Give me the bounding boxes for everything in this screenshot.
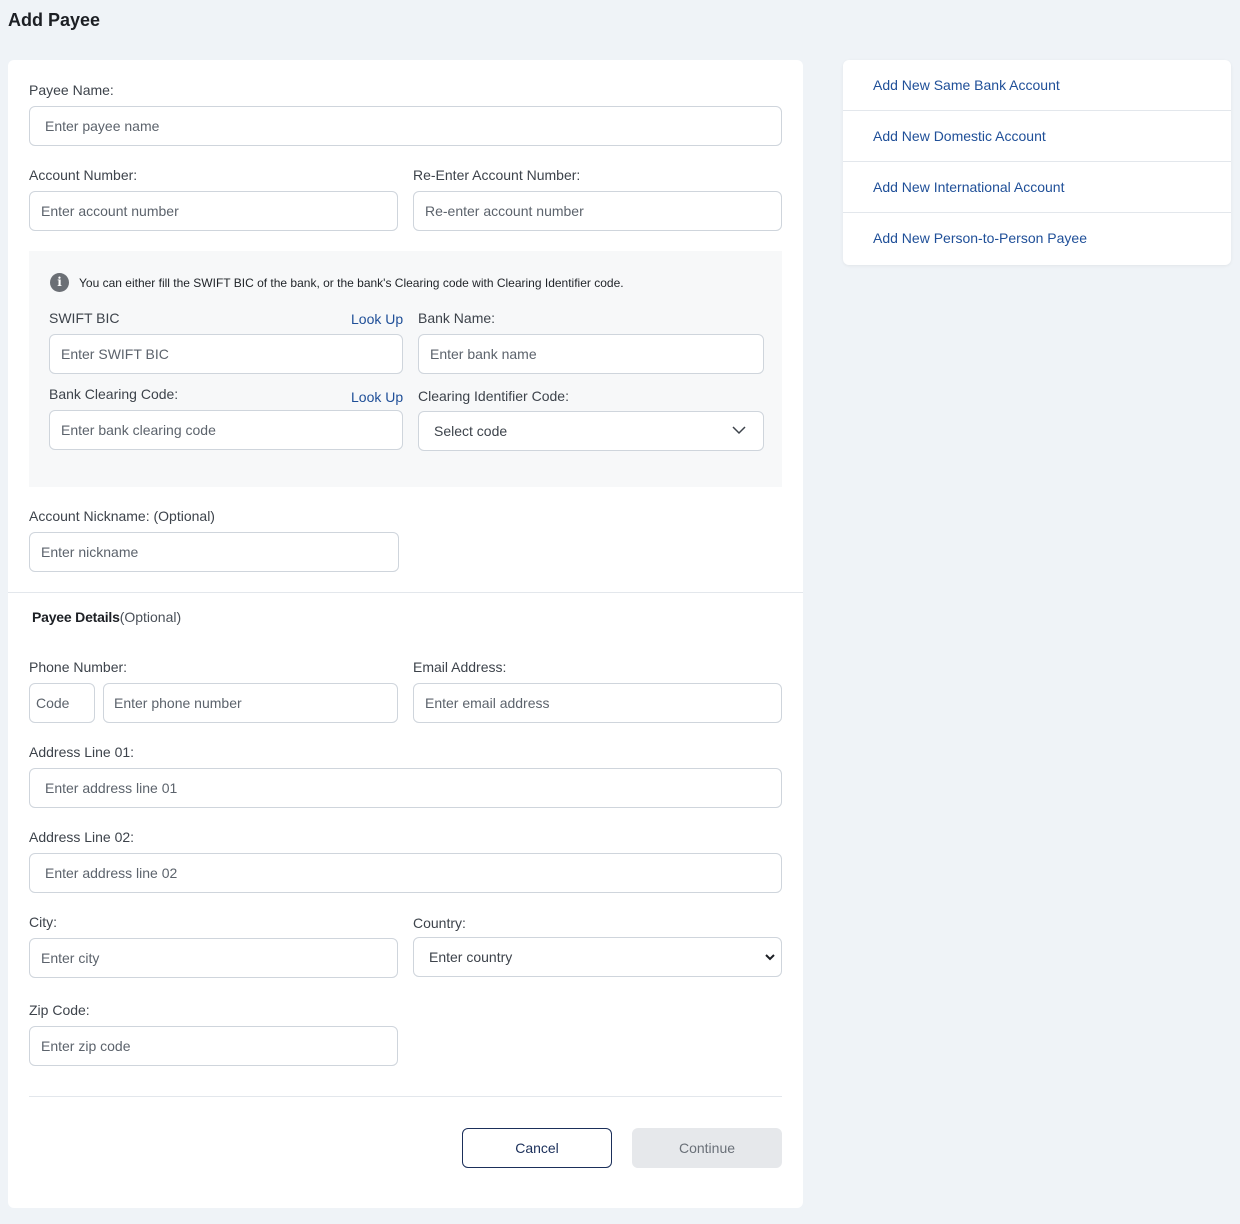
- info-icon: i: [50, 273, 69, 292]
- clearing-identifier-label: Clearing Identifier Code:: [418, 388, 569, 404]
- country-label: Country:: [413, 915, 466, 931]
- reenter-account-number-input[interactable]: [413, 191, 782, 231]
- account-number-input[interactable]: [29, 191, 398, 231]
- country-select[interactable]: Enter country: [413, 937, 782, 977]
- clearing-identifier-value: Select code: [434, 423, 508, 439]
- address-line-01-input[interactable]: [29, 768, 782, 808]
- nickname-label: Account Nickname: (Optional): [29, 508, 215, 524]
- chevron-down-icon: [732, 426, 746, 435]
- bank-info-panel: i You can either fill the SWIFT BIC of t…: [29, 251, 782, 487]
- zip-code-label: Zip Code:: [29, 1002, 90, 1018]
- payee-details-heading: Payee Details(Optional): [32, 609, 181, 625]
- zip-code-input[interactable]: [29, 1026, 398, 1066]
- cancel-button[interactable]: Cancel: [462, 1128, 612, 1168]
- country-value: Enter country: [429, 949, 513, 965]
- payee-name-input[interactable]: [29, 106, 782, 146]
- payee-details-optional: (Optional): [119, 609, 182, 625]
- address-line-01-label: Address Line 01:: [29, 744, 135, 760]
- email-address-input[interactable]: [413, 683, 782, 723]
- sidebar-item-same-bank-account[interactable]: Add New Same Bank Account: [843, 60, 1231, 111]
- email-address-label: Email Address:: [413, 659, 507, 675]
- reenter-account-number-label: Re-Enter Account Number:: [413, 167, 581, 183]
- page-title: Add Payee: [8, 10, 101, 30]
- swift-bic-label: SWIFT BIC: [49, 310, 120, 326]
- sidebar-item-domestic-account[interactable]: Add New Domestic Account: [843, 111, 1231, 162]
- address-line-02-label: Address Line 02:: [29, 829, 135, 845]
- city-input[interactable]: [29, 938, 398, 978]
- nickname-input[interactable]: [29, 532, 399, 572]
- section-divider: [8, 592, 803, 593]
- phone-number-input[interactable]: [103, 683, 398, 723]
- swift-bic-lookup-link[interactable]: Look Up: [351, 311, 403, 327]
- account-number-label: Account Number:: [29, 167, 138, 183]
- bank-name-label: Bank Name:: [418, 310, 496, 326]
- clearing-code-lookup-link[interactable]: Look Up: [351, 389, 403, 405]
- bank-clearing-code-label: Bank Clearing Code:: [49, 386, 179, 402]
- clearing-identifier-select[interactable]: Select code: [418, 411, 764, 451]
- bank-clearing-code-input[interactable]: [49, 410, 403, 450]
- bank-info-note: You can either fill the SWIFT BIC of the…: [79, 276, 624, 290]
- bank-name-input[interactable]: [418, 334, 764, 374]
- phone-number-label: Phone Number:: [29, 659, 128, 675]
- payee-name-label: Payee Name:: [29, 82, 114, 98]
- actions-divider: [29, 1096, 782, 1097]
- sidebar-item-international-account[interactable]: Add New International Account: [843, 162, 1231, 213]
- payee-details-title: Payee Details: [32, 609, 120, 625]
- swift-bic-input[interactable]: [49, 334, 403, 374]
- add-payee-form: Payee Name: Account Number: Re-Enter Acc…: [8, 60, 803, 1208]
- address-line-02-input[interactable]: [29, 853, 782, 893]
- phone-code-input[interactable]: [29, 683, 95, 723]
- account-type-menu: Add New Same Bank Account Add New Domest…: [843, 60, 1231, 265]
- continue-button[interactable]: Continue: [632, 1128, 782, 1168]
- city-label: City:: [29, 914, 57, 930]
- chevron-down-icon: [765, 954, 775, 961]
- sidebar-item-person-to-person-payee[interactable]: Add New Person-to-Person Payee: [843, 213, 1231, 264]
